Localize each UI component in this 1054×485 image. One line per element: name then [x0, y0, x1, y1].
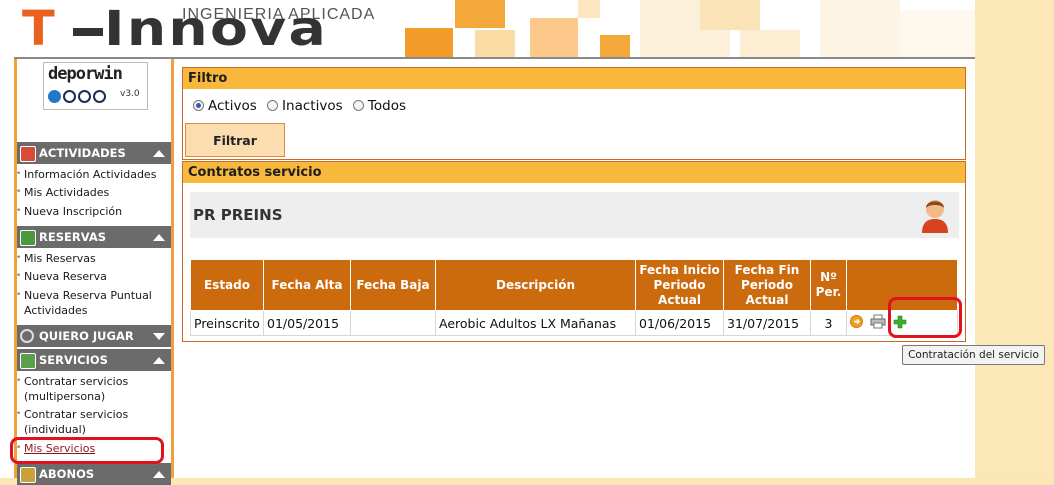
- menu-mis-reservas[interactable]: Mis Reservas: [16, 251, 172, 266]
- col-fecha-alta: Fecha Alta: [263, 259, 351, 311]
- menu-contratar-multipersona[interactable]: Contratar servicios (multipersona): [16, 374, 164, 404]
- person-name: PR PREINS: [193, 206, 283, 224]
- radio-activos[interactable]: [193, 100, 204, 111]
- cell-fecha-inicio: 01/06/2015: [635, 310, 724, 336]
- filter-radio-group: Activos Inactivos Todos: [193, 98, 412, 114]
- printer-icon[interactable]: [870, 314, 886, 332]
- search-icon: [20, 329, 34, 343]
- person-header: [190, 192, 959, 238]
- radio-inactivos-label[interactable]: Inactivos: [282, 98, 343, 114]
- menu-nueva-reserva-puntual[interactable]: Nueva Reserva Puntual Actividades: [16, 288, 164, 318]
- table-row: Preinscrito 01/05/2015 Aerobic Adultos L…: [190, 310, 958, 336]
- radio-inactivos[interactable]: [267, 100, 279, 111]
- expand-arrow-icon[interactable]: [153, 333, 165, 340]
- cell-fecha-alta: 01/05/2015: [263, 310, 351, 336]
- card-icon: [20, 467, 36, 483]
- section-actividades[interactable]: ACTIVIDADES: [17, 142, 171, 164]
- highlight-mis-servicios: [10, 437, 164, 464]
- col-fecha-fin: Fecha Fin Periodo Actual: [723, 259, 811, 311]
- section-servicios[interactable]: SERVICIOS: [17, 349, 171, 371]
- radio-todos-label[interactable]: Todos: [368, 98, 406, 114]
- section-quiero-jugar[interactable]: QUIERO JUGAR: [17, 325, 171, 347]
- radio-activos-label[interactable]: Activos: [208, 98, 257, 114]
- col-num-per: Nº Per.: [810, 259, 847, 311]
- collapse-arrow-icon[interactable]: [153, 234, 165, 241]
- col-descripcion: Descripción: [435, 259, 636, 311]
- collapse-arrow-icon[interactable]: [153, 471, 165, 478]
- filtrar-button[interactable]: Filtrar: [185, 123, 285, 157]
- contracts-panel-title: Contratos servicio: [183, 162, 965, 183]
- right-margin: [975, 0, 1054, 478]
- site-header: T Innova INGENIERIA APLICADA: [0, 0, 975, 58]
- cell-num-per: 3: [810, 310, 847, 336]
- menu-nueva-inscripcion[interactable]: Nueva Inscripción: [16, 204, 172, 219]
- menu-informacion-actividades[interactable]: Información Actividades: [16, 167, 172, 182]
- contracts-table: Estado Fecha Alta Fecha Baja Descripción…: [190, 259, 958, 336]
- collapse-arrow-icon[interactable]: [153, 150, 165, 157]
- highlight-add-action: [888, 297, 962, 338]
- arrow-right-icon[interactable]: [850, 315, 863, 331]
- filter-panel-title: Filtro: [183, 68, 965, 89]
- collapse-arrow-icon[interactable]: [153, 357, 165, 364]
- col-fecha-baja: Fecha Baja: [350, 259, 436, 311]
- menu-nueva-reserva[interactable]: Nueva Reserva: [16, 269, 172, 284]
- radio-todos[interactable]: [352, 100, 364, 111]
- calendar-icon: [20, 146, 36, 162]
- cell-descripcion: Aerobic Adultos LX Mañanas: [435, 310, 636, 336]
- col-fecha-inicio: Fecha Inicio Periodo Actual: [635, 259, 724, 311]
- col-estado: Estado: [190, 259, 264, 311]
- logo-letter-t: T: [22, 1, 55, 57]
- deporwin-logo: deporwin v3.0: [43, 62, 148, 110]
- calculator-icon: [20, 353, 36, 369]
- menu-contratar-individual[interactable]: Contratar servicios (individual): [16, 407, 164, 437]
- cell-fecha-fin: 31/07/2015: [723, 310, 811, 336]
- cell-estado: Preinscrito: [190, 310, 264, 336]
- section-abonos[interactable]: ABONOS: [17, 463, 171, 485]
- user-avatar-icon: [920, 196, 950, 234]
- tooltip: Contratación del servicio: [902, 345, 1045, 365]
- logo-subtitle: INGENIERIA APLICADA: [182, 6, 376, 23]
- menu-mis-actividades[interactable]: Mis Actividades: [16, 185, 172, 200]
- court-icon: [20, 230, 36, 246]
- cell-fecha-baja: [350, 310, 436, 336]
- section-reservas[interactable]: RESERVAS: [17, 226, 171, 248]
- logo-dash: [73, 28, 103, 36]
